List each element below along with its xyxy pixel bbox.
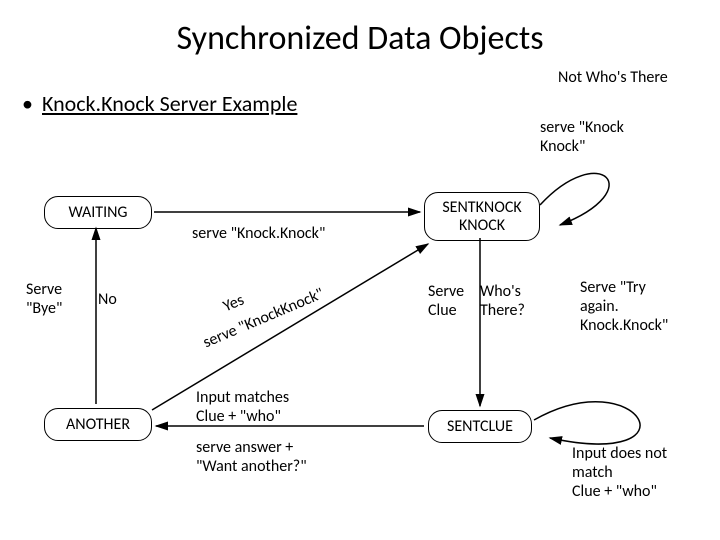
state-sentclue: SENTCLUE xyxy=(428,410,532,443)
state-waiting: WAITING xyxy=(44,196,152,229)
slide-title: Synchronized Data Objects xyxy=(0,18,720,59)
label-serve-bye: Serve "Bye" xyxy=(26,280,62,318)
label-serve-clue: Serve Clue xyxy=(428,282,464,320)
label-serve-kk-diag: serve "KnockKnock" xyxy=(200,284,326,352)
label-serve-answer: serve answer + "Want another?" xyxy=(196,438,307,476)
label-yes: Yes xyxy=(220,291,247,317)
label-input-matches: Input matches Clue + "who" xyxy=(196,388,289,426)
label-not-whos-there: Not Who's There xyxy=(558,68,668,87)
label-serve-kk-mid: serve "Knock.Knock" xyxy=(192,224,325,243)
label-serve-kk-top: serve "Knock Knock" xyxy=(540,118,624,156)
label-try-again: Serve "Try again. Knock.Knock" xyxy=(580,278,668,335)
slide-subtitle: Knock.Knock Server Example xyxy=(42,90,297,117)
bullet-dot: • xyxy=(22,90,33,117)
label-no: No xyxy=(98,290,117,309)
label-no-match: Input does not match Clue + "who" xyxy=(572,444,667,501)
state-sentknock: SENTKNOCK KNOCK xyxy=(424,192,540,241)
label-whos-there: Who's There? xyxy=(480,282,525,320)
state-another: ANOTHER xyxy=(44,408,152,441)
